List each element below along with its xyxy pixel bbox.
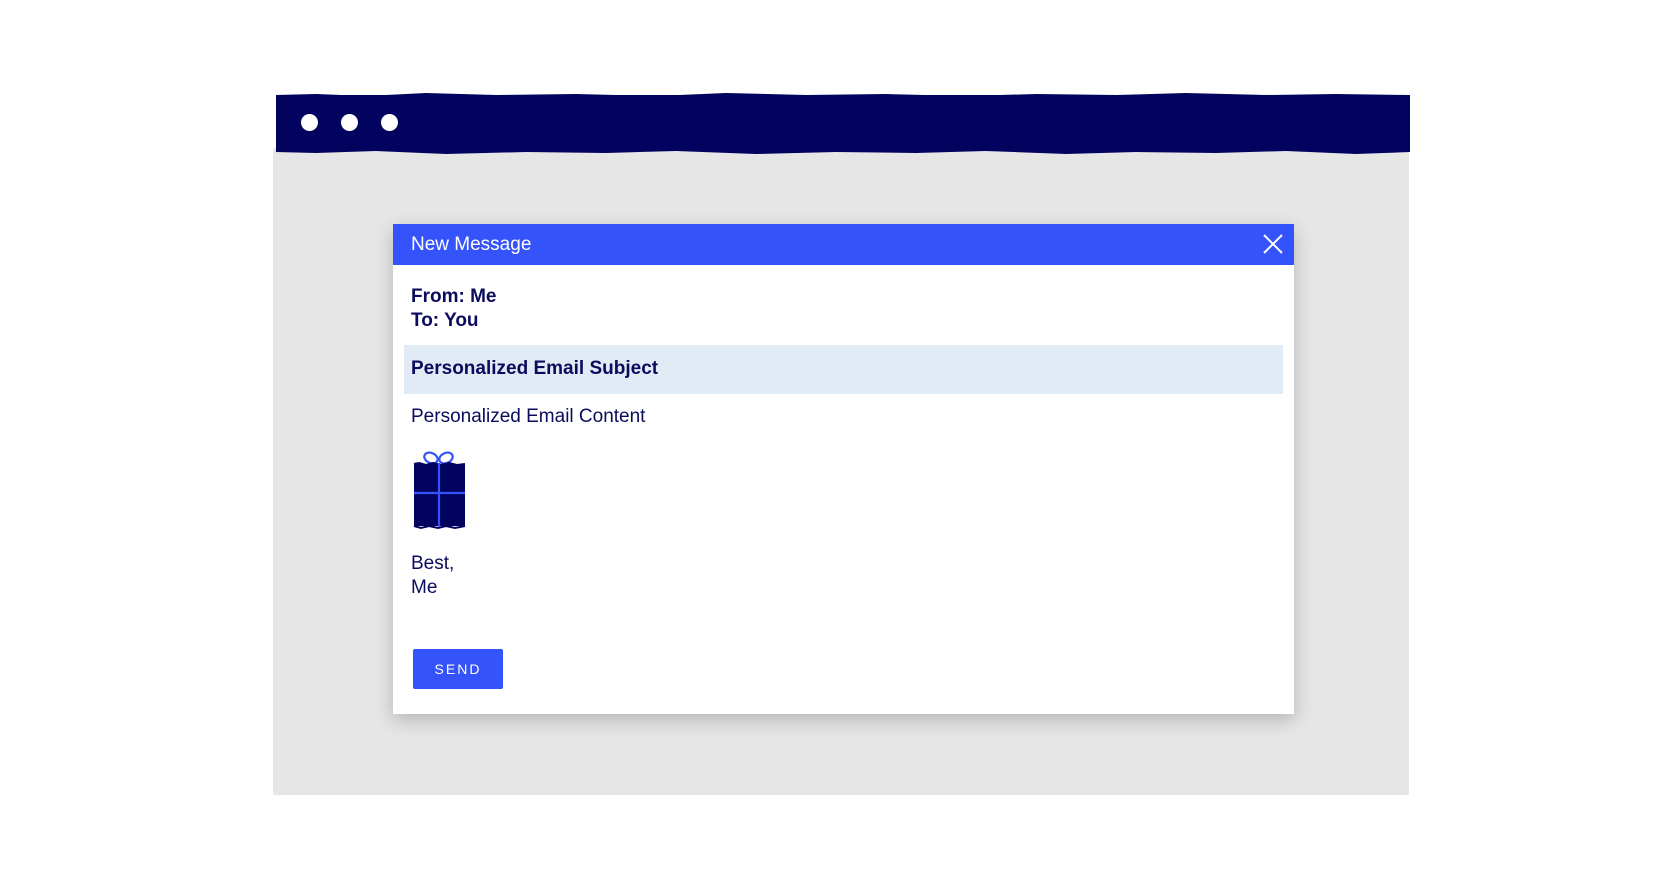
from-field: From: Me <box>411 286 497 307</box>
new-message-dialog: New Message From: Me To: You Personalize… <box>393 224 1294 714</box>
dialog-title: New Message <box>411 234 532 255</box>
browser-title-bar <box>276 93 1410 154</box>
to-field: To: You <box>411 310 479 331</box>
rough-top-edge <box>276 93 1410 98</box>
window-dot-icon <box>381 114 398 131</box>
subject-field[interactable]: Personalized Email Subject <box>404 345 1283 394</box>
dialog-header: New Message <box>393 224 1294 265</box>
subject-text: Personalized Email Subject <box>411 358 659 379</box>
illustration-canvas: New Message From: Me To: You Personalize… <box>0 0 1680 883</box>
window-dot-icon <box>341 114 358 131</box>
rough-bottom-edge <box>276 149 1410 154</box>
signoff-name: Me <box>411 577 438 598</box>
close-icon[interactable] <box>1262 233 1284 255</box>
send-button[interactable]: SEND <box>413 649 503 689</box>
email-content: Personalized Email Content <box>411 406 646 427</box>
signoff-line: Best, <box>411 553 455 574</box>
gift-icon <box>413 451 466 530</box>
window-dot-icon <box>301 114 318 131</box>
